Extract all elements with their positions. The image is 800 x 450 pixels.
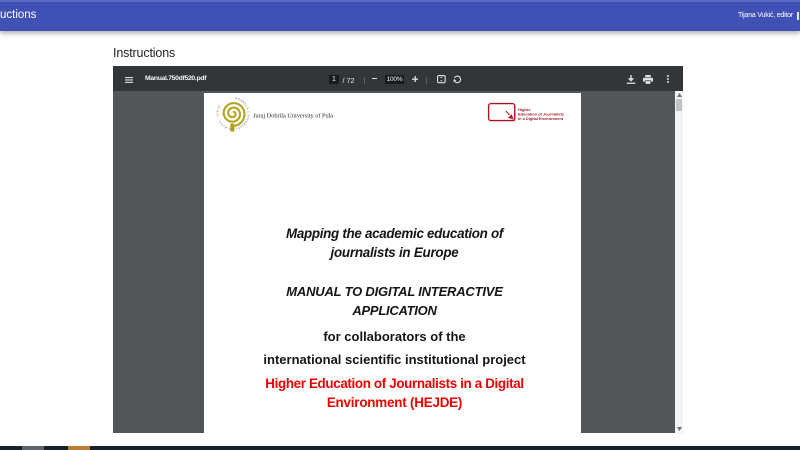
svg-text:in a Digital Environment: in a Digital Environment (518, 116, 564, 121)
svg-text:Juraj Dobrila University of Pu: Juraj Dobrila University of Pula (253, 112, 333, 119)
